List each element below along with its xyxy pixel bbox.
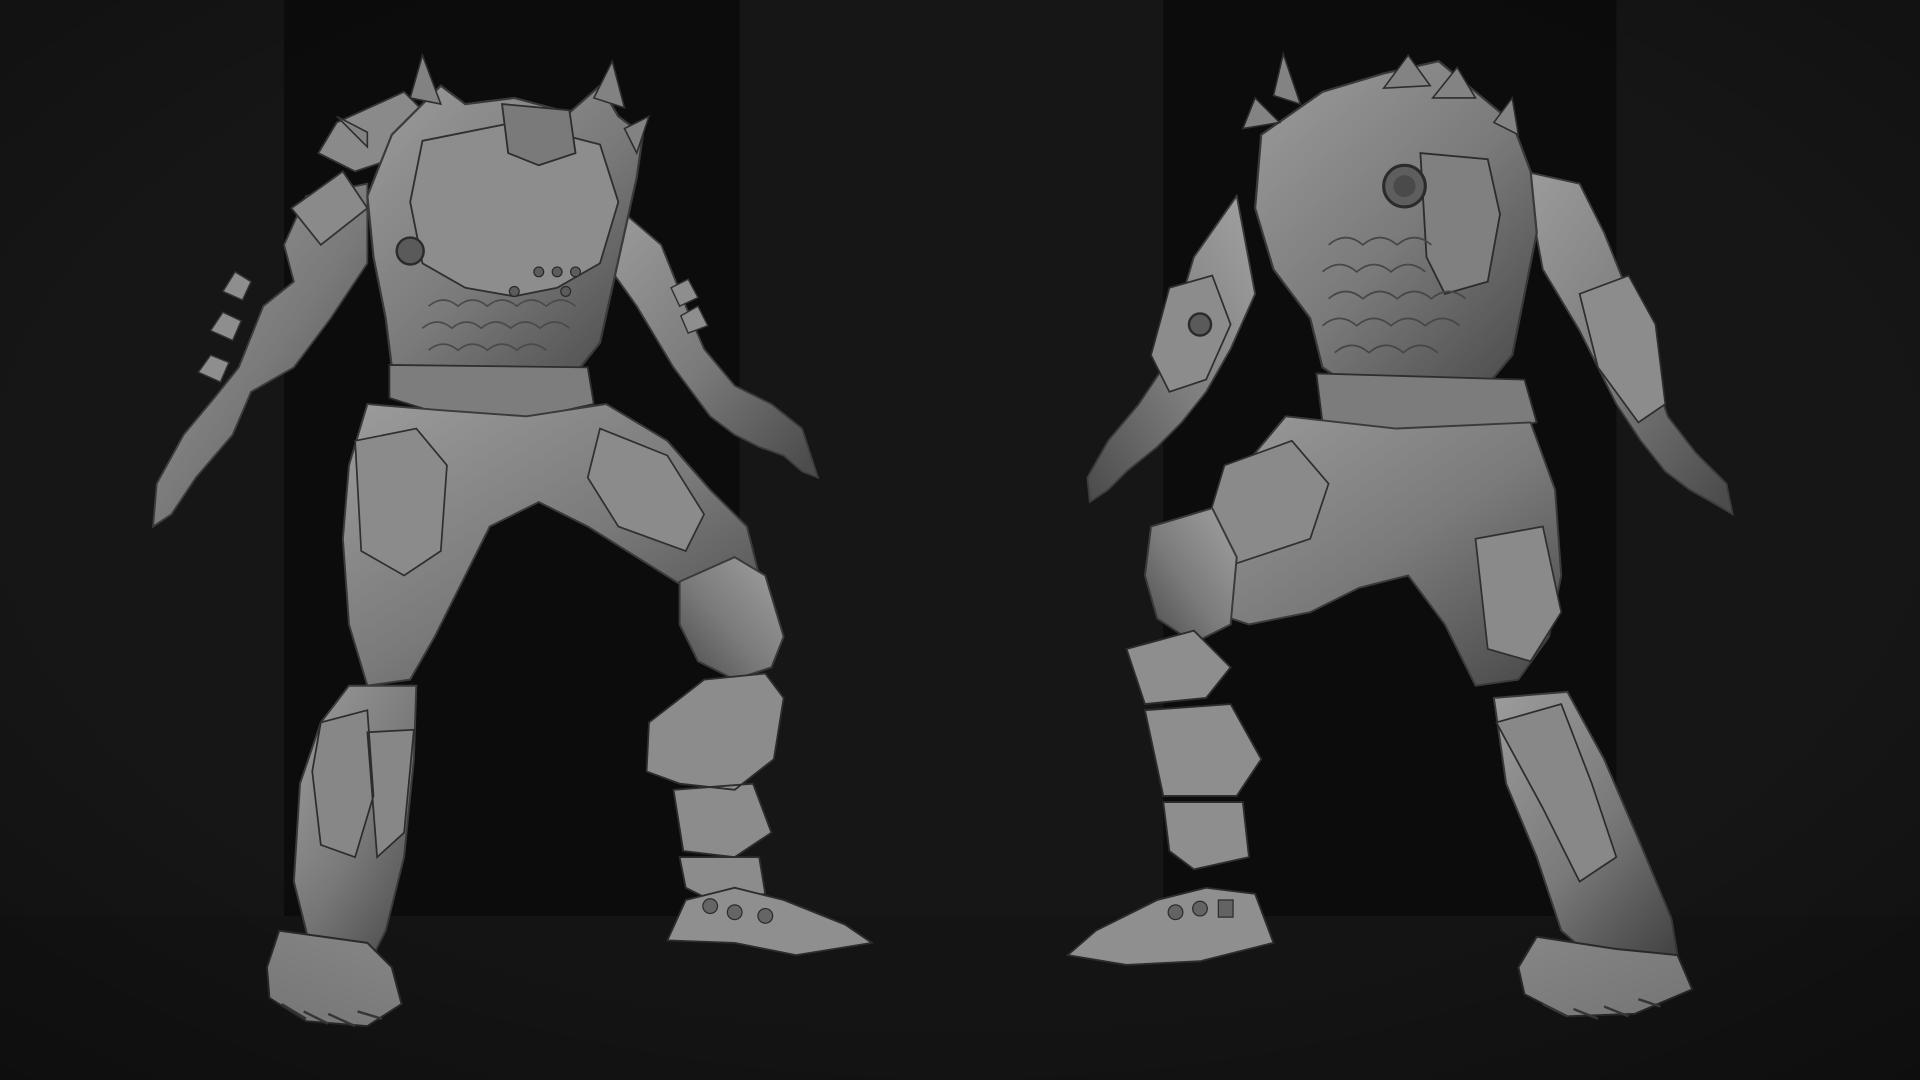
render-viewport xyxy=(0,0,1920,1080)
vignette-overlay xyxy=(0,0,1920,1080)
